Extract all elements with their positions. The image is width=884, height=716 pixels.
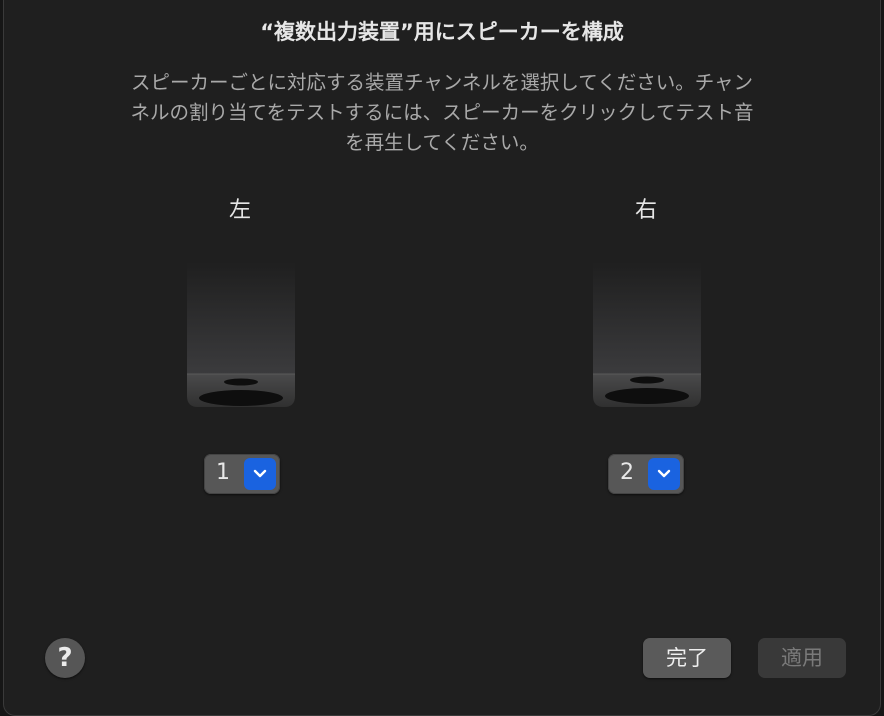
right-speaker-label: 右	[634, 198, 657, 223]
left-channel-value: 1	[216, 460, 230, 485]
left-speaker-label: 左	[228, 198, 251, 223]
right-channel-value: 2	[620, 460, 634, 485]
description-line: スピーカーごとに対応する装置チャンネルを選択してください。チャン	[130, 71, 754, 94]
speaker-config-dialog: “複数出力装置”用にスピーカーを構成 スピーカーごとに対応する装置チャンネルを選…	[3, 0, 881, 716]
chevron-down-icon[interactable]	[648, 458, 680, 490]
left-channel-select[interactable]: 1	[204, 454, 280, 494]
apply-button[interactable]: 適用	[758, 638, 846, 678]
dialog-title: “複数出力装置”用にスピーカーを構成	[260, 20, 624, 44]
right-channel-select[interactable]: 2	[608, 454, 684, 494]
description-line: を再生してください。	[345, 131, 539, 154]
done-button[interactable]: 完了	[643, 638, 731, 678]
left-speaker-icon[interactable]	[184, 262, 298, 408]
chevron-down-icon[interactable]	[244, 458, 276, 490]
help-button[interactable]: ?	[45, 638, 85, 678]
dialog-description: スピーカーごとに対応する装置チャンネルを選択してください。チャン ネルの割り当て…	[84, 68, 800, 158]
description-line: ネルの割り当てをテストするには、スピーカーをクリックしてテスト音	[130, 101, 754, 124]
right-speaker-icon[interactable]	[590, 262, 704, 408]
